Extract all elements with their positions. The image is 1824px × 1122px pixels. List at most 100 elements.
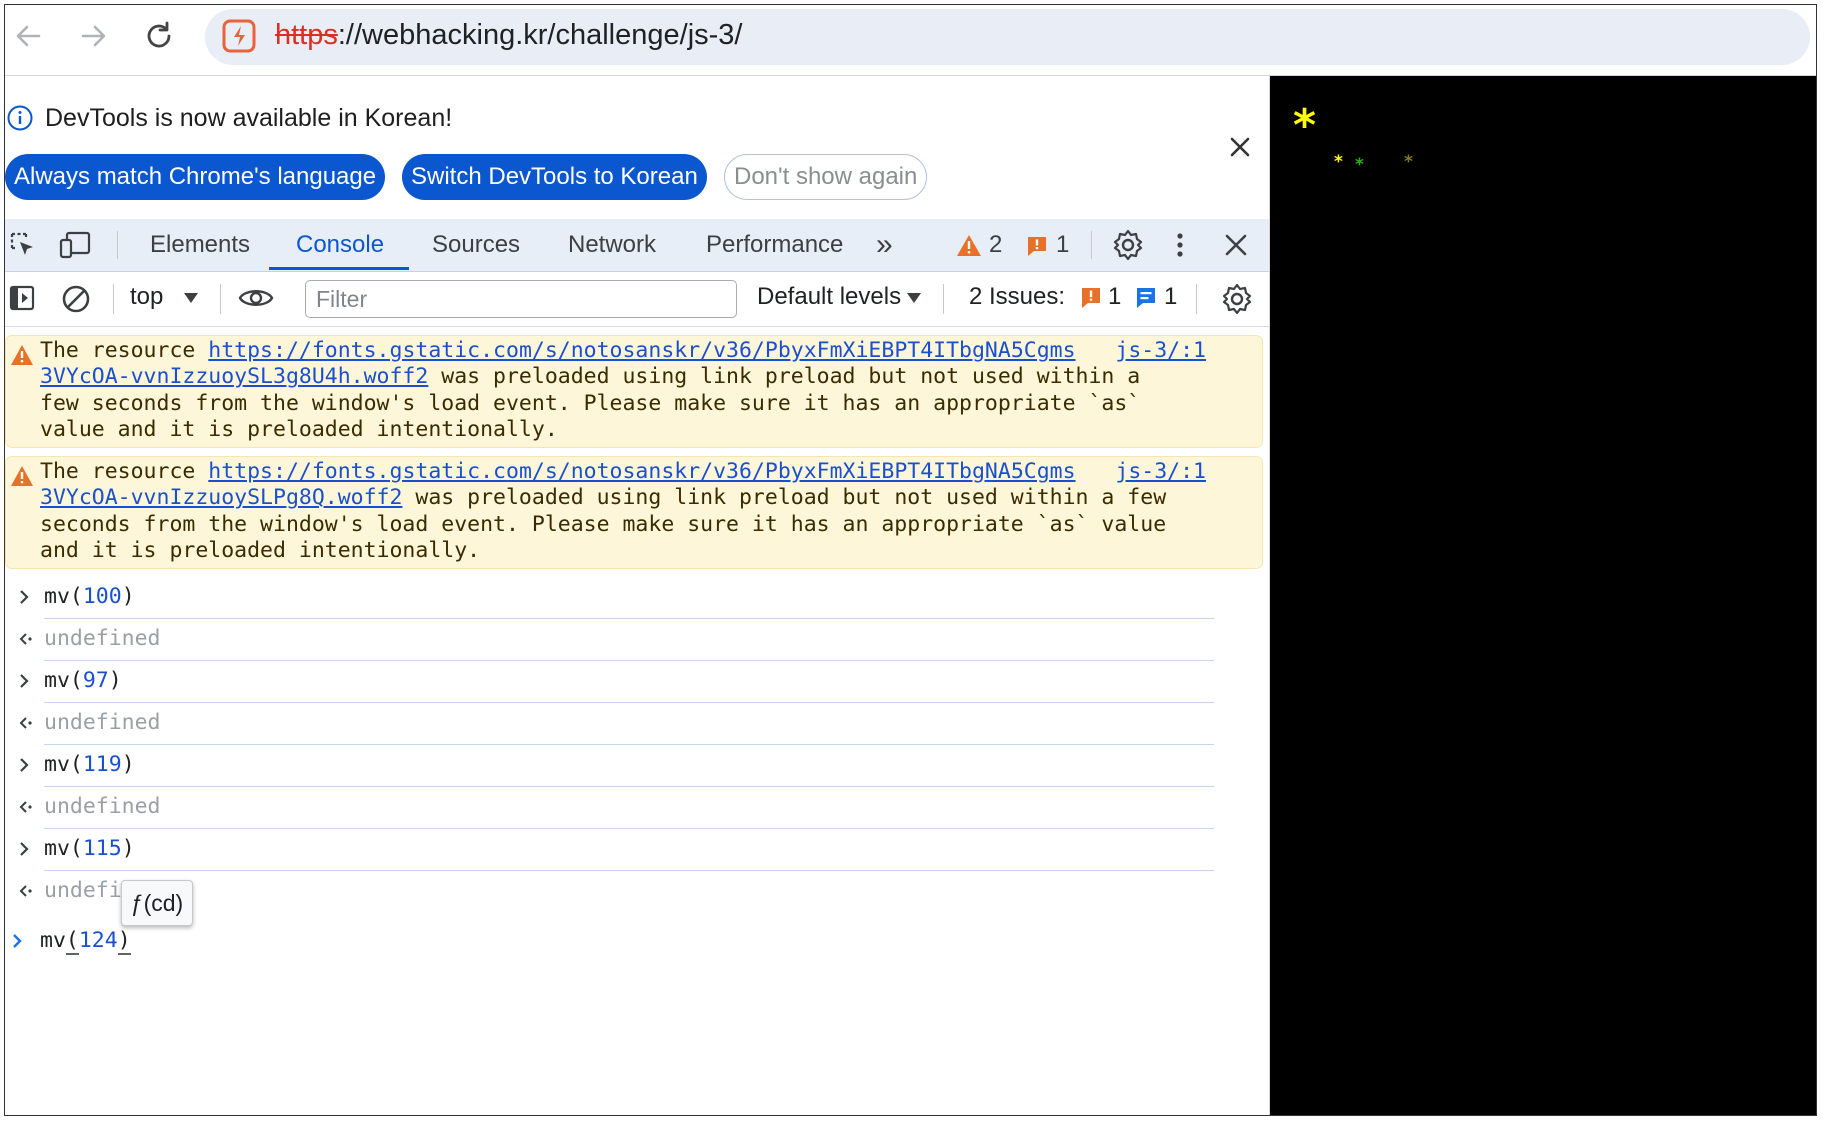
forward-icon[interactable] [77, 19, 111, 53]
tab-elements[interactable]: Elements [150, 219, 250, 271]
issues-error-count[interactable]: 1 [1108, 283, 1121, 311]
toolbar-separator [1196, 284, 1197, 314]
prompt-chevron-icon [13, 934, 22, 948]
source-location-link[interactable]: js-3/:1 [1115, 338, 1206, 364]
inspect-element-icon[interactable] [9, 231, 37, 259]
console-command: mv(97) [44, 668, 122, 693]
small-star: * [1355, 155, 1364, 175]
language-infobar: DevTools is now available in Korean! Alw… [5, 76, 1269, 218]
prompt-input-text[interactable]: mv(124) [40, 921, 131, 961]
console-result-row: undefined [5, 786, 1269, 828]
console-input-row[interactable]: mv(97) [5, 660, 1269, 702]
sidebar-toggle-icon[interactable] [9, 285, 35, 311]
live-expression-eye-icon[interactable] [238, 285, 274, 311]
tab-performance[interactable]: Performance [706, 219, 843, 271]
not-secure-warning-icon[interactable] [221, 18, 257, 54]
browser-toolbar: https://webhacking.kr/challenge/js-3/ [5, 5, 1816, 76]
toolbar-separator [220, 284, 221, 314]
warning-icon [11, 466, 33, 486]
result-arrow-icon [19, 717, 32, 729]
console-filter-input[interactable] [305, 280, 737, 318]
tab-network[interactable]: Network [568, 219, 656, 271]
warning-text: The resource https://fonts.gstatic.com/s… [40, 459, 1210, 564]
issues-label[interactable]: 2 Issues: [969, 283, 1065, 311]
console-warning-message: The resource https://fonts.gstatic.com/s… [5, 335, 1263, 448]
console-input-row[interactable]: mv(119) [5, 744, 1269, 786]
console-result-row: undefined [5, 618, 1269, 660]
console-result-row: undefined [5, 702, 1269, 744]
context-selector[interactable]: top [130, 283, 163, 311]
error-count[interactable]: 1 [1056, 219, 1069, 271]
url-scheme: https [275, 19, 338, 51]
warning-prefix: The resource [40, 459, 209, 484]
dont-show-again-button[interactable]: Don't show again [724, 154, 928, 200]
back-icon[interactable] [11, 19, 45, 53]
always-match-language-button[interactable]: Always match Chrome's language [5, 154, 386, 200]
devtools-tabbar: Elements Console Sources Network Perform… [5, 219, 1269, 272]
more-options-icon[interactable] [1175, 231, 1185, 259]
input-chevron-icon [20, 842, 29, 856]
toolbar-separator [117, 231, 118, 259]
small-star: * [1404, 152, 1413, 172]
console-result: undefi [44, 878, 122, 903]
close-infobar-icon[interactable] [1223, 130, 1257, 164]
url-path: ://webhacking.kr/challenge/js-3/ [337, 19, 743, 51]
reload-icon[interactable] [142, 19, 176, 53]
log-levels-dropdown[interactable]: Default levels [757, 283, 901, 311]
console-command: mv(115) [44, 836, 135, 861]
toolbar-separator [113, 284, 114, 314]
source-location-link[interactable]: js-3/:1 [1115, 459, 1206, 485]
console-warning-message: The resource https://fonts.gstatic.com/s… [5, 456, 1263, 569]
console-settings-icon[interactable] [1221, 283, 1253, 315]
console-command: mv(100) [44, 584, 135, 609]
address-bar[interactable]: https://webhacking.kr/challenge/js-3/ [205, 9, 1810, 65]
function-signature-tooltip: ƒ(cd) [121, 880, 193, 926]
console-result: undefined [44, 626, 161, 651]
console-prompt[interactable]: mv(124) [5, 921, 605, 961]
warning-icon [11, 345, 33, 365]
page-viewport: * * * * [1270, 76, 1816, 1115]
issues-info-count[interactable]: 1 [1164, 283, 1177, 311]
settings-gear-icon[interactable] [1112, 229, 1144, 261]
browser-window: https://webhacking.kr/challenge/js-3/ De… [4, 4, 1817, 1116]
close-devtools-icon[interactable] [1222, 231, 1250, 259]
console-filter-bar: top Default levels 2 Issues: 1 [5, 272, 1269, 327]
infobar-message: DevTools is now available in Korean! [45, 104, 453, 132]
result-arrow-icon [19, 801, 32, 813]
info-icon [7, 105, 33, 131]
warning-count[interactable]: 2 [989, 219, 1002, 271]
input-chevron-icon [20, 674, 29, 688]
tab-sources[interactable]: Sources [432, 219, 520, 271]
result-arrow-icon [19, 885, 32, 897]
levels-dropdown-icon[interactable] [906, 292, 922, 304]
player-star: * [1293, 100, 1317, 151]
console-result: undefined [44, 710, 161, 735]
url-text[interactable]: https://webhacking.kr/challenge/js-3/ [275, 19, 742, 52]
error-issue-icon[interactable] [1026, 235, 1048, 257]
toolbar-separator [1091, 231, 1092, 259]
result-arrow-icon [19, 633, 32, 645]
warning-icon[interactable] [956, 234, 982, 257]
small-star: * [1334, 152, 1343, 172]
context-dropdown-icon[interactable] [183, 292, 199, 304]
issues-info-icon[interactable] [1136, 287, 1156, 309]
console-input-row[interactable]: mv(100) [5, 576, 1269, 618]
warning-prefix: The resource [40, 338, 209, 363]
tab-console[interactable]: Console [296, 219, 384, 271]
toolbar-separator [943, 284, 944, 314]
clear-console-icon[interactable] [61, 284, 91, 314]
more-tabs-button[interactable]: » [876, 219, 893, 271]
console-command: mv(119) [44, 752, 135, 777]
console-result: undefined [44, 794, 161, 819]
device-toolbar-icon[interactable] [59, 231, 93, 259]
input-chevron-icon [20, 758, 29, 772]
console-result-row: undefi [5, 870, 1269, 912]
issues-error-icon[interactable] [1081, 287, 1101, 309]
console-output: The resource https://fonts.gstatic.com/s… [5, 327, 1269, 1115]
active-tab-indicator [269, 267, 409, 270]
warning-text: The resource https://fonts.gstatic.com/s… [40, 338, 1210, 443]
input-chevron-icon [20, 590, 29, 604]
devtools-panel: DevTools is now available in Korean! Alw… [5, 76, 1270, 1115]
switch-to-korean-button[interactable]: Switch DevTools to Korean [402, 154, 707, 200]
console-input-row[interactable]: mv(115) [5, 828, 1269, 870]
